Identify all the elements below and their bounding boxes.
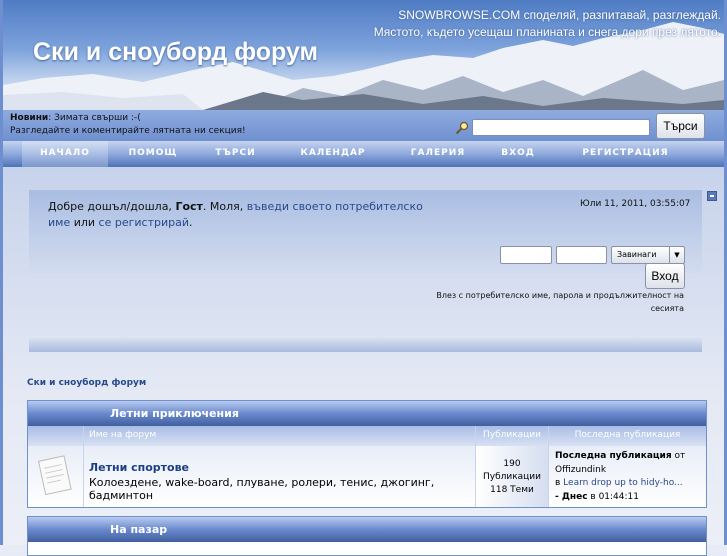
posts-count: 190 [503, 459, 521, 469]
register-link[interactable]: се регистрирай [99, 216, 189, 229]
nav-login[interactable]: ВХОД [493, 141, 543, 167]
greeting: Добре дошъл/дошла, [48, 200, 176, 213]
document-icon [37, 455, 72, 496]
nav-register[interactable]: РЕГИСТРАЦИЯ [578, 141, 673, 167]
news-text: : Зимата свърши :-( [48, 113, 141, 123]
or-text: или [70, 216, 99, 229]
posts-label: Публикации [482, 472, 542, 482]
tagline-1: SNOWBROWSE.COM споделяй, разпитавай, раз… [398, 8, 721, 22]
session-length-value: Завинаги [617, 250, 657, 259]
last-post-day: - Днес [555, 491, 588, 502]
username-input[interactable] [500, 246, 552, 264]
board-name[interactable]: Летни спортове [89, 461, 475, 474]
last-post-label: Последна публикация [555, 451, 672, 461]
board-description: Колоездене, wake-board, плуване, ролери,… [89, 476, 435, 502]
login-hint: Влез с потребителско име, парола и продъ… [436, 291, 684, 313]
last-post: Последна публикация от Offizundink в Lea… [549, 446, 706, 507]
col-forum-name: Име на форум [84, 426, 476, 446]
password-input[interactable] [556, 246, 607, 264]
by-text: от [671, 451, 686, 461]
guest-name: Гост [175, 200, 203, 213]
news-line-1: Новини: Зимата свърши :-( [10, 113, 141, 123]
col-last-post: Последна публикация [574, 430, 681, 440]
board-icon-cell [28, 446, 84, 507]
last-post-topic-link[interactable]: Learn drop up to hidy-ho... [563, 478, 682, 488]
main-nav: НАЧАЛО ПОМОЩ ТЪРСИ КАЛЕНДАР ГАЛЕРИЯ ВХОД… [3, 141, 724, 167]
breadcrumb[interactable]: Ски и сноуборд форум [27, 378, 146, 388]
col-icon [28, 426, 84, 446]
login-button[interactable]: Вход [645, 263, 685, 289]
nav-home[interactable]: НАЧАЛО [22, 141, 108, 167]
column-headers: Име на форум Публикации Последна публика… [28, 426, 706, 446]
last-post-time: в 01:44:11 [587, 491, 639, 502]
site-title: Ски и сноуборд форум [33, 38, 319, 66]
header-banner: Ски и сноуборд форум SNOWBROWSE.COM спод… [3, 0, 724, 110]
chevron-down-icon: ▼ [669, 247, 684, 263]
collapse-icon[interactable] [707, 191, 717, 201]
search-input[interactable] [472, 119, 650, 136]
panel-footer [29, 338, 702, 352]
col-posts: Публикации [476, 426, 549, 446]
nav-gallery[interactable]: ГАЛЕРИЯ [403, 141, 473, 167]
category-market: На пазар [27, 516, 707, 556]
please-text: . Моля, [202, 200, 247, 213]
tagline-2: Мястото, където усещаш планината и снега… [373, 25, 721, 39]
search-icon [455, 121, 469, 135]
category-title[interactable]: Летни приключения [28, 401, 706, 426]
topics-count: 118 Теми [490, 485, 534, 495]
category-summer: Летни приключения Име на форум Публикаци… [27, 400, 707, 508]
board-row: Летни спортове Колоездене, wake-board, п… [28, 446, 706, 507]
board-stats: 190 Публикации 118 Теми [476, 446, 549, 507]
news-line-2: Разгледайте и коментирайте лятната ни се… [10, 126, 246, 136]
board-info: Летни спортове Колоездене, wake-board, п… [84, 446, 476, 507]
in-text: в [555, 478, 564, 488]
welcome-text: Добре дошъл/дошла, Гост. Моля, въведи св… [48, 199, 448, 231]
nav-calendar[interactable]: КАЛЕНДАР [288, 141, 378, 167]
search-button[interactable]: Търси [656, 113, 705, 139]
news-label: Новини [10, 113, 49, 123]
period: . [189, 216, 193, 229]
category-title[interactable]: На пазар [28, 517, 706, 542]
last-post-user[interactable]: Offizundink [555, 464, 706, 478]
session-length-select[interactable]: Завинаги ▼ [611, 246, 685, 264]
current-date: Юли 11, 2011, 03:55:07 [580, 199, 691, 209]
nav-help[interactable]: ПОМОЩ [118, 141, 188, 167]
nav-search[interactable]: ТЪРСИ [203, 141, 268, 167]
